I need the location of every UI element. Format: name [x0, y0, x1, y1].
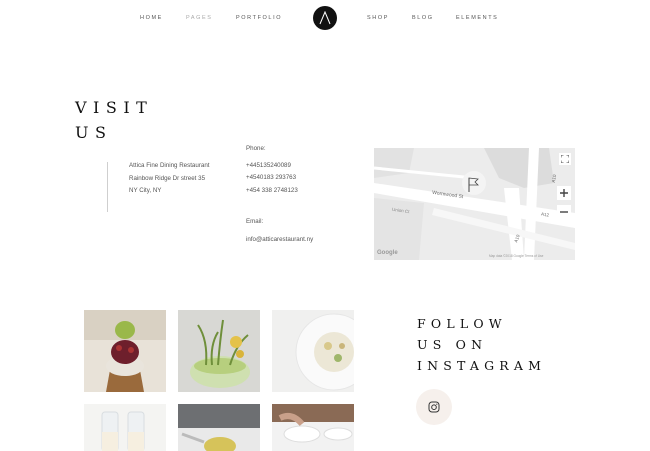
map-attribution[interactable]: Map data ©2018 Google Terms of Use	[489, 254, 543, 258]
address-line: Rainbow Ridge Dr street 35	[129, 174, 206, 182]
visit-us-heading: VISIT US	[75, 95, 153, 145]
plus-icon	[560, 189, 568, 197]
visit-title-line2: US	[75, 123, 113, 142]
logo[interactable]	[313, 6, 337, 30]
dessert-photo	[84, 310, 166, 392]
nav-elements[interactable]: ELEMENTS	[456, 15, 498, 21]
instagram-photo[interactable]	[272, 404, 354, 451]
milk-bottles-photo	[84, 404, 166, 451]
divider	[107, 162, 108, 212]
phone-number[interactable]: +454 338 2748123	[246, 185, 298, 198]
follow-line: US ON	[417, 337, 488, 352]
google-logo: Google	[377, 250, 398, 256]
zoom-in-button[interactable]	[557, 186, 571, 200]
instagram-photo[interactable]	[272, 310, 354, 392]
map-road-label: A12	[540, 211, 550, 218]
instagram-button[interactable]	[416, 389, 452, 425]
phone-label: Phone:	[246, 145, 266, 152]
logo-icon	[319, 11, 331, 25]
map-canvas	[374, 148, 575, 260]
phone-block: Phone: +445135240089 +4540183 293763 +45…	[246, 143, 298, 197]
phone-number[interactable]: +4540183 293763	[246, 172, 298, 185]
fullscreen-button[interactable]	[559, 153, 571, 165]
nav-blog[interactable]: BLOG	[412, 15, 434, 21]
instagram-icon	[428, 401, 440, 413]
address-block: Attica Fine Dining Restaurant Rainbow Ri…	[129, 160, 209, 198]
email-label: Email:	[246, 218, 264, 225]
pasta-plate-photo	[272, 310, 354, 392]
fullscreen-icon	[561, 155, 569, 163]
follow-line: INSTAGRAM	[417, 358, 547, 373]
instagram-photo[interactable]	[84, 310, 166, 392]
instagram-photo[interactable]	[178, 310, 260, 392]
plating-photo	[272, 404, 354, 451]
map[interactable]: Wormwood St Union Ct A10 A12 A10 Google …	[374, 148, 575, 260]
nav-pages[interactable]: PAGES	[186, 15, 213, 21]
follow-line: FOLLOW	[417, 316, 507, 331]
instagram-photo[interactable]	[84, 404, 166, 451]
address-line: Attica Fine Dining Restaurant	[129, 162, 210, 169]
follow-instagram-heading: FOLLOW US ON INSTAGRAM	[417, 313, 546, 376]
nav-home[interactable]: HOME	[140, 15, 163, 21]
top-navigation: HOME PAGES PORTFOLIO SHOP BLOG ELEMENTS	[0, 0, 650, 40]
email-block: Email: info@atticarestaurant.ny	[246, 216, 313, 246]
visit-title-line1: VISIT	[75, 98, 154, 117]
phone-number[interactable]: +445135240089	[246, 160, 298, 173]
nav-portfolio[interactable]: PORTFOLIO	[236, 15, 282, 21]
instagram-photo[interactable]	[178, 404, 260, 451]
zoom-out-button[interactable]	[557, 205, 571, 219]
salad-glass-photo	[178, 310, 260, 392]
email-address[interactable]: info@atticarestaurant.ny	[246, 234, 313, 247]
nav-shop[interactable]: SHOP	[367, 15, 389, 21]
dish-spoon-photo	[178, 404, 260, 451]
address-line: NY City, NY	[129, 187, 162, 194]
minus-icon	[560, 211, 568, 213]
